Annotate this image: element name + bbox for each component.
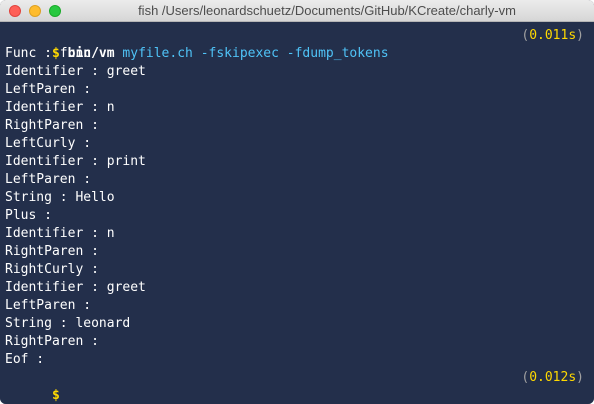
- token-line: Identifier : n: [5, 100, 115, 115]
- prompt-symbol: $: [51, 388, 60, 403]
- token-line: String : leonard: [5, 316, 131, 331]
- command-duration: (0.011s): [521, 28, 584, 43]
- token-line: Identifier : n: [5, 226, 115, 241]
- final-prompt-line[interactable]: $ (0.012s): [5, 369, 594, 403]
- close-button[interactable]: [9, 5, 21, 17]
- command-duration-value: 0.011s: [529, 28, 577, 43]
- token-line: Identifier : greet: [5, 280, 146, 295]
- token-line: LeftCurly :: [5, 136, 92, 151]
- token-line: LeftParen :: [5, 172, 92, 187]
- token-line: String : Hello: [5, 190, 115, 205]
- token-line: Plus :: [5, 208, 52, 223]
- token-line: Func : func: [5, 46, 92, 61]
- token-line: RightParen :: [5, 334, 99, 349]
- token-line: RightParen :: [5, 244, 99, 259]
- token-line: RightCurly :: [5, 262, 99, 277]
- maximize-button[interactable]: [49, 5, 61, 17]
- final-duration: (0.012s): [521, 370, 584, 385]
- token-line: RightParen :: [5, 118, 99, 133]
- terminal-window: fish /Users/leonardschuetz/Documents/Git…: [0, 0, 594, 404]
- window-title: fish /Users/leonardschuetz/Documents/Git…: [138, 3, 516, 18]
- token-line: LeftParen :: [5, 298, 92, 313]
- command-line: $ bin/vm myfile.ch -fskipexec -fdump_tok…: [5, 27, 594, 61]
- final-duration-value: 0.012s: [529, 370, 577, 385]
- token-line: Eof :: [5, 352, 45, 367]
- token-line: Identifier : print: [5, 154, 146, 169]
- minimize-button[interactable]: [29, 5, 41, 17]
- terminal-output[interactable]: $ bin/vm myfile.ch -fskipexec -fdump_tok…: [0, 22, 594, 404]
- token-line: LeftParen :: [5, 82, 92, 97]
- title-bar[interactable]: fish /Users/leonardschuetz/Documents/Git…: [0, 0, 594, 22]
- token-line: Identifier : greet: [5, 64, 146, 79]
